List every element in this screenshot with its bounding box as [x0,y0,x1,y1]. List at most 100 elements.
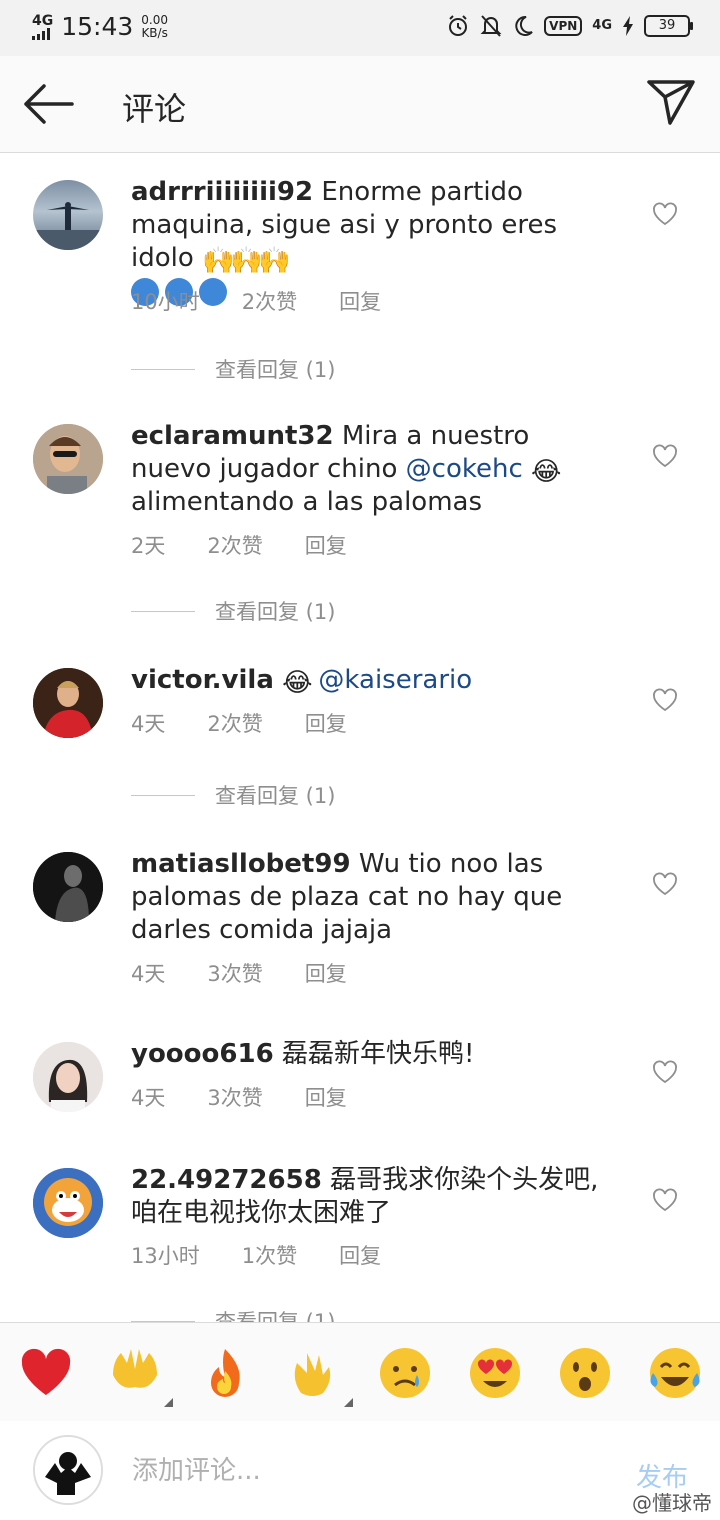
like-heart-icon[interactable] [652,688,678,712]
avatar[interactable] [33,180,103,250]
view-replies-button[interactable]: 查看回复 (1) [131,1306,335,1322]
speed-value: 0.00 [141,12,168,27]
clock: 15:43 [61,12,134,41]
top-bar: 评论 [0,56,720,153]
avatar[interactable] [33,1042,103,1112]
comment-username[interactable]: victor.vila [131,665,274,695]
comment-meta: 10小时 2次赞 回复 [131,286,423,316]
avatar[interactable] [33,424,103,494]
comment-likes[interactable]: 2次赞 [242,286,297,316]
fire-emoji-button[interactable] [197,1345,253,1401]
moon-icon [515,15,533,36]
view-replies-label: 查看回复 (1) [215,784,336,808]
clapping-hands-emoji-button[interactable] [287,1345,353,1407]
comment-time: 13小时 [131,1244,200,1268]
comment-likes[interactable]: 2次赞 [207,530,262,560]
like-heart-icon[interactable] [652,444,678,468]
reply-button[interactable]: 回复 [339,286,381,316]
tears-of-joy-emoji-button[interactable] [647,1345,703,1401]
reply-button[interactable]: 回复 [305,958,347,988]
comment-meta: 13小时 1次赞 回复 [131,1240,423,1270]
network-type-right: 4G [592,18,612,33]
comment-text: 22.49272658 磊哥我求你染个头发吧,咱在电视找你太困难了 [131,1164,611,1230]
comment-time: 2天 [131,534,166,558]
comment-item: victor.vila 😂 @kaiserario 4天 2次赞 回复 查看回复… [0,636,720,820]
comment-likes[interactable]: 3次赞 [207,1082,262,1112]
my-avatar [33,1435,103,1505]
view-replies-button[interactable]: 查看回复 (1) [131,354,335,384]
surprised-face-emoji-button[interactable] [557,1345,613,1401]
comment-item: matiasllobet99 Wu tio noo las palomas de… [0,820,720,1020]
divider [131,368,195,370]
mention-link[interactable]: @kaiserario [318,665,472,695]
page-title: 评论 [122,90,187,128]
reply-button[interactable]: 回复 [305,708,347,738]
tears-of-joy-emoji: 😂 [282,667,313,698]
avatar[interactable] [33,668,103,738]
comment-item: 22.49272658 磊哥我求你染个头发吧,咱在电视找你太困难了 13小时 1… [0,1154,720,1322]
comment-likes[interactable]: 3次赞 [207,958,262,988]
view-replies-button[interactable]: 查看回复 (1) [131,596,335,626]
view-replies-button[interactable]: 查看回复 (1) [131,780,335,810]
send-icon[interactable] [646,78,696,128]
network-type: 4G [32,12,54,29]
comment-username[interactable]: 22.49272658 [131,1165,322,1195]
comment-meta: 4天 3次赞 回复 [131,958,389,988]
like-heart-icon[interactable] [652,1188,678,1212]
like-heart-icon[interactable] [652,202,678,226]
raising-hands-emoji: 🙌 [258,245,291,276]
comment-text: yoooo616 磊磊新年快乐鸭! [131,1038,611,1071]
comment-body-cont: alimentando a las palomas [131,487,482,517]
comment-username[interactable]: yoooo616 [131,1039,274,1069]
comment-likes[interactable]: 1次赞 [242,1240,297,1270]
reply-button[interactable]: 回复 [305,530,347,560]
tears-of-joy-emoji: 😂 [531,456,562,487]
reply-button[interactable]: 回复 [305,1082,347,1112]
comment-item: eclaramunt32 Mira a nuestro nuevo jugado… [0,392,720,636]
avatar[interactable] [33,1168,103,1238]
crying-face-emoji-button[interactable] [377,1345,433,1401]
raising-hands-emoji: 🙌 [202,245,235,276]
comment-time: 4天 [131,1086,166,1110]
emoji-quick-bar [0,1322,720,1422]
avatar[interactable] [33,852,103,922]
alarm-icon [449,15,468,36]
raising-hands-emoji-button[interactable] [107,1345,173,1407]
variant-indicator [344,1398,353,1407]
reply-button[interactable]: 回复 [339,1240,381,1270]
comment-meta: 2天 2次赞 回复 [131,530,389,560]
divider [131,610,195,612]
comment-item: adrrriiiiiiii92 Enorme partido maquina, … [0,152,720,392]
comment-meta: 4天 3次赞 回复 [131,1082,389,1112]
back-arrow-icon[interactable] [22,82,74,126]
comment-username[interactable]: adrrriiiiiiii92 [131,177,313,207]
speed-unit: KB/s [141,25,168,40]
status-bar: 4G 15:43 0.00 KB/s VPN 4G 39 [0,0,720,56]
comment-input[interactable] [130,1445,574,1497]
comment-likes[interactable]: 2次赞 [207,708,262,738]
network-speed: 0.00 KB/s [141,12,168,40]
vpn-badge: VPN [544,16,583,36]
comment-meta: 4天 2次赞 回复 [131,708,389,738]
heart-eyes-emoji-button[interactable] [467,1345,523,1401]
comment-username[interactable]: matiasllobet99 [131,849,351,879]
comment-time: 4天 [131,962,166,986]
like-heart-icon[interactable] [652,1060,678,1084]
comment-text: victor.vila 😂 @kaiserario [131,664,611,698]
red-heart-emoji-button[interactable] [18,1345,74,1401]
divider [131,794,195,796]
like-heart-icon[interactable] [652,872,678,896]
comment-input-bar: 发布 @懂球帝 [0,1421,720,1520]
charging-icon [623,16,633,36]
mention-link[interactable]: @cokehc [406,454,523,484]
view-replies-label: 查看回复 (1) [215,358,336,382]
view-replies-label: 查看回复 (1) [215,600,336,624]
battery-indicator: 39 [644,15,693,37]
view-replies-label: 查看回复 (1) [215,1310,336,1322]
signal-bars-icon [32,27,50,40]
comment-text: eclaramunt32 Mira a nuestro nuevo jugado… [131,420,611,519]
comment-username[interactable]: eclaramunt32 [131,421,334,451]
mute-bell-icon [480,15,502,37]
signal-indicator: 4G [32,14,53,40]
watermark: @懂球帝 [632,1491,712,1515]
